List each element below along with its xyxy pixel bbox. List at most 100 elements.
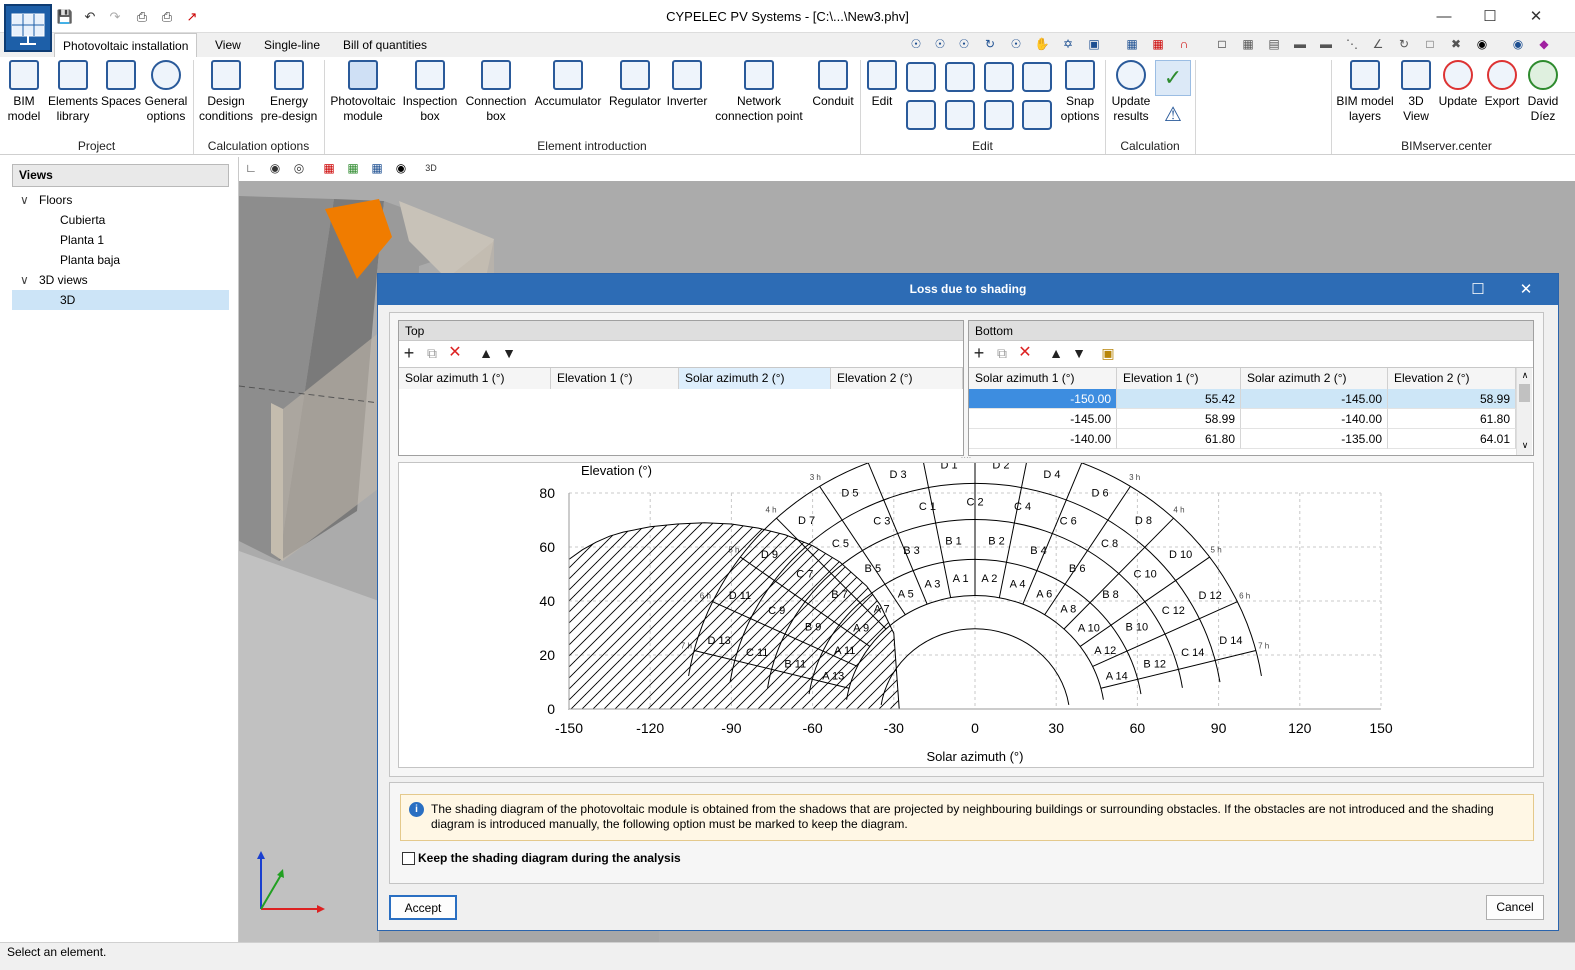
pan-hand-icon[interactable]: ✋: [1034, 36, 1050, 52]
table-cell[interactable]: -145.00: [969, 409, 1117, 429]
rotate-copy-icon[interactable]: [945, 100, 975, 130]
duplicate-row-icon[interactable]: ⧉: [994, 345, 1010, 361]
app-logo-icon[interactable]: [4, 4, 52, 52]
accumulator-button[interactable]: Accumulator: [532, 60, 604, 109]
ruler-icon[interactable]: ▬: [1292, 36, 1308, 52]
magnet-icon[interactable]: ∩: [1176, 36, 1192, 52]
column-header[interactable]: Elevation 2 (°): [831, 368, 963, 389]
rotate-icon[interactable]: [945, 62, 975, 92]
inspection-box-button[interactable]: Inspection box: [401, 60, 459, 124]
tree-item-planta-baja[interactable]: Planta baja: [60, 250, 120, 270]
layers-icon[interactable]: ▦: [1124, 36, 1140, 52]
column-header[interactable]: Solar azimuth 1 (°): [399, 368, 551, 389]
table-cell[interactable]: -140.00: [969, 429, 1117, 449]
axes-icon[interactable]: ∟: [243, 160, 259, 176]
stretch-icon[interactable]: [906, 100, 936, 130]
3d-render-icon[interactable]: 3D: [423, 160, 439, 176]
check-results-icon[interactable]: ✓: [1155, 60, 1191, 96]
orbit-icon[interactable]: ✡: [1060, 36, 1076, 52]
tree-group-floors[interactable]: Floors: [39, 190, 72, 210]
design-conditions-button[interactable]: Design conditions: [197, 60, 255, 124]
column-header[interactable]: Elevation 2 (°): [1388, 368, 1516, 389]
web-icon[interactable]: ◉: [1510, 36, 1526, 52]
tree-item-3d[interactable]: 3D: [12, 290, 229, 310]
warnings-icon[interactable]: ⚠: [1155, 98, 1191, 134]
elements-library-button[interactable]: Elements library: [47, 60, 99, 124]
eraser-icon[interactable]: [984, 100, 1014, 130]
zoom-in-icon[interactable]: ☉: [956, 36, 972, 52]
section-icon[interactable]: ▦: [321, 160, 337, 176]
maximize-icon[interactable]: ☐: [1467, 0, 1513, 33]
move-down-icon[interactable]: ▼: [501, 345, 517, 361]
bim-model-button[interactable]: BIM model: [4, 60, 44, 124]
bim-model-layers-button[interactable]: BIM model layers: [1334, 60, 1396, 124]
scrollbar-thumb[interactable]: [1519, 384, 1530, 402]
angle-icon[interactable]: ∠: [1370, 36, 1386, 52]
column-header[interactable]: Solar azimuth 2 (°): [679, 368, 831, 389]
tab-single-line[interactable]: Single-line: [256, 33, 328, 57]
table-row[interactable]: -150.00 55.42 -145.00 58.99: [969, 389, 1516, 409]
table-cell[interactable]: 55.42: [1117, 389, 1241, 409]
zoom-previous-icon[interactable]: ☉: [1008, 36, 1024, 52]
tab-view[interactable]: View: [207, 33, 249, 57]
zoom-all-icon[interactable]: ☉: [908, 36, 924, 52]
table-cell[interactable]: 58.99: [1388, 389, 1516, 409]
column-header[interactable]: Elevation 1 (°): [1117, 368, 1241, 389]
delete-row-icon[interactable]: ✕: [447, 345, 463, 361]
minimize-icon[interactable]: —: [1421, 0, 1467, 33]
table-cell[interactable]: 64.01: [1388, 429, 1516, 449]
frame-icon[interactable]: □: [1214, 36, 1230, 52]
cancel-button[interactable]: Cancel: [1486, 895, 1544, 920]
user-account-button[interactable]: David Díez: [1524, 60, 1562, 124]
add-row-icon[interactable]: +: [401, 344, 417, 362]
measure-icon[interactable]: [1022, 62, 1052, 92]
snap-options-button[interactable]: Snap options: [1058, 60, 1102, 124]
table-cell[interactable]: 61.80: [1117, 429, 1241, 449]
table-cell[interactable]: 61.80: [1388, 409, 1516, 429]
import-3d-icon[interactable]: ▣: [1100, 345, 1116, 361]
add-row-icon[interactable]: +: [971, 344, 987, 362]
refresh-icon[interactable]: ↻: [1396, 36, 1412, 52]
scroll-up-icon[interactable]: ∧: [1517, 368, 1533, 382]
general-options-button[interactable]: General options: [143, 60, 189, 124]
column-header[interactable]: Solar azimuth 1 (°): [969, 368, 1117, 389]
energy-pre-design-button[interactable]: Energy pre-design: [258, 60, 320, 124]
tools-icon[interactable]: ✖: [1448, 36, 1464, 52]
network-connection-point-button[interactable]: Network connection point: [712, 60, 806, 124]
tab-photovoltaic-installation[interactable]: Photovoltaic installation: [54, 33, 198, 57]
edit-button[interactable]: Edit: [866, 60, 898, 109]
regulator-button[interactable]: Regulator: [607, 60, 663, 109]
crop-icon[interactable]: ⋱: [1344, 36, 1360, 52]
inverter-button[interactable]: Inverter: [666, 60, 708, 109]
snap-grid-icon[interactable]: ▤: [1266, 36, 1282, 52]
update-results-button[interactable]: Update results: [1110, 60, 1152, 124]
move-icon[interactable]: [906, 62, 936, 92]
table-cell[interactable]: 58.99: [1117, 409, 1241, 429]
accept-button[interactable]: Accept: [389, 895, 457, 920]
binoculars-icon[interactable]: ◉: [1474, 36, 1490, 52]
tree-item-planta-1[interactable]: Planta 1: [60, 230, 104, 250]
column-header[interactable]: Elevation 1 (°): [551, 368, 679, 389]
dialog-maximize-icon[interactable]: ☐: [1458, 274, 1498, 305]
3d-view-button[interactable]: 3D View: [1398, 60, 1434, 124]
chevron-down-icon[interactable]: ∨: [20, 270, 36, 290]
tree-group-3d-views[interactable]: 3D views: [39, 270, 88, 290]
table-row[interactable]: -145.00 58.99 -140.00 61.80: [969, 409, 1516, 429]
orbit-view-icon[interactable]: ◎: [291, 160, 307, 176]
tree-item-cubierta[interactable]: Cubierta: [60, 210, 105, 230]
table-cell[interactable]: -135.00: [1241, 429, 1388, 449]
export-button[interactable]: Export: [1482, 60, 1522, 109]
comment-icon[interactable]: □: [1422, 36, 1438, 52]
keep-diagram-label[interactable]: Keep the shading diagram during the anal…: [418, 851, 681, 865]
keep-diagram-checkbox[interactable]: [402, 852, 415, 865]
grid-icon[interactable]: ▦: [1150, 36, 1166, 52]
view-icon[interactable]: ▣: [1086, 36, 1102, 52]
brush-icon[interactable]: [1022, 100, 1052, 130]
table-row[interactable]: -140.00 61.80 -135.00 64.01: [969, 429, 1516, 449]
measure-icon[interactable]: ▬: [1318, 36, 1334, 52]
table-scrollbar[interactable]: ∧ ∨: [1516, 368, 1532, 455]
connection-box-button[interactable]: Connection box: [463, 60, 529, 124]
zoom-window-icon[interactable]: ☉: [932, 36, 948, 52]
photovoltaic-module-button[interactable]: Photovoltaic module: [327, 60, 399, 124]
duplicate-row-icon[interactable]: ⧉: [424, 345, 440, 361]
